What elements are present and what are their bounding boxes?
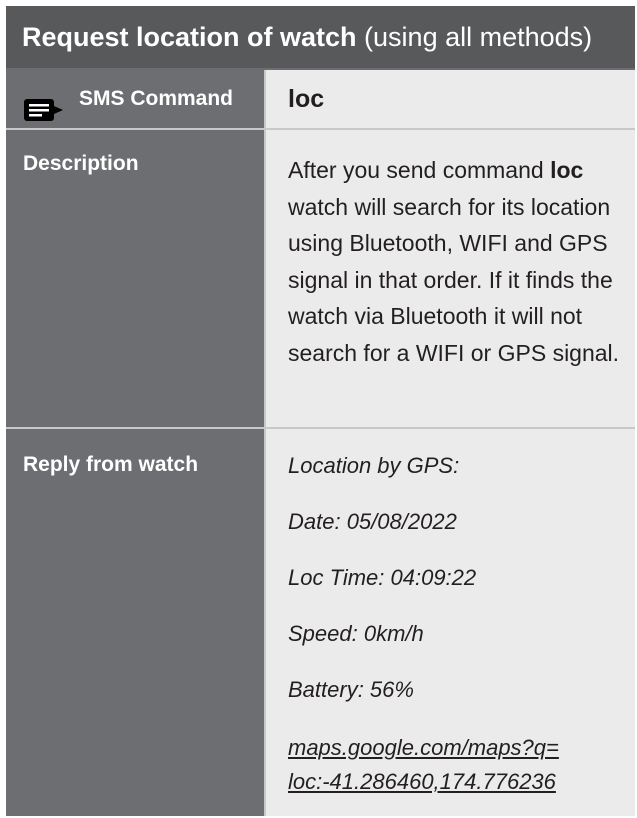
- reply-line: Battery: 56%: [288, 677, 414, 702]
- reply-label: Reply from watch: [23, 453, 199, 476]
- sms-command-label: SMS Command: [79, 87, 234, 110]
- reply-line: Speed: 0km/h: [288, 621, 424, 646]
- sms-command-label-cell: SMS Command: [6, 70, 264, 128]
- description-text-after: watch will search for its location using…: [288, 193, 620, 366]
- title-subtitle: (using all methods): [356, 22, 593, 52]
- description-text: After you send command loc watch will se…: [266, 130, 635, 427]
- card-title: Request location of watch (using all met…: [6, 6, 635, 68]
- message-icon: [23, 87, 67, 121]
- maps-link[interactable]: maps.google.com/maps?q= loc:-41.286460,1…: [288, 731, 635, 799]
- title-bold: Request location of watch: [22, 22, 357, 52]
- reply-line: Date: 05/08/2022: [288, 509, 457, 534]
- description-text-before: After you send command: [288, 157, 551, 183]
- column-divider: [264, 70, 266, 816]
- maps-link-line2[interactable]: loc:-41.286460,174.776236: [288, 765, 635, 799]
- reply-line: Location by GPS:: [288, 453, 460, 478]
- info-card: Request location of watch (using all met…: [6, 6, 635, 816]
- sms-command-value: loc: [266, 70, 635, 128]
- maps-link-line1[interactable]: maps.google.com/maps?q=: [288, 731, 635, 765]
- reply-content: Location by GPS: Date: 05/08/2022 Loc Ti…: [266, 429, 635, 816]
- reply-line: Loc Time: 04:09:22: [288, 565, 477, 590]
- description-label: Description: [23, 152, 139, 175]
- description-command: loc: [550, 157, 584, 183]
